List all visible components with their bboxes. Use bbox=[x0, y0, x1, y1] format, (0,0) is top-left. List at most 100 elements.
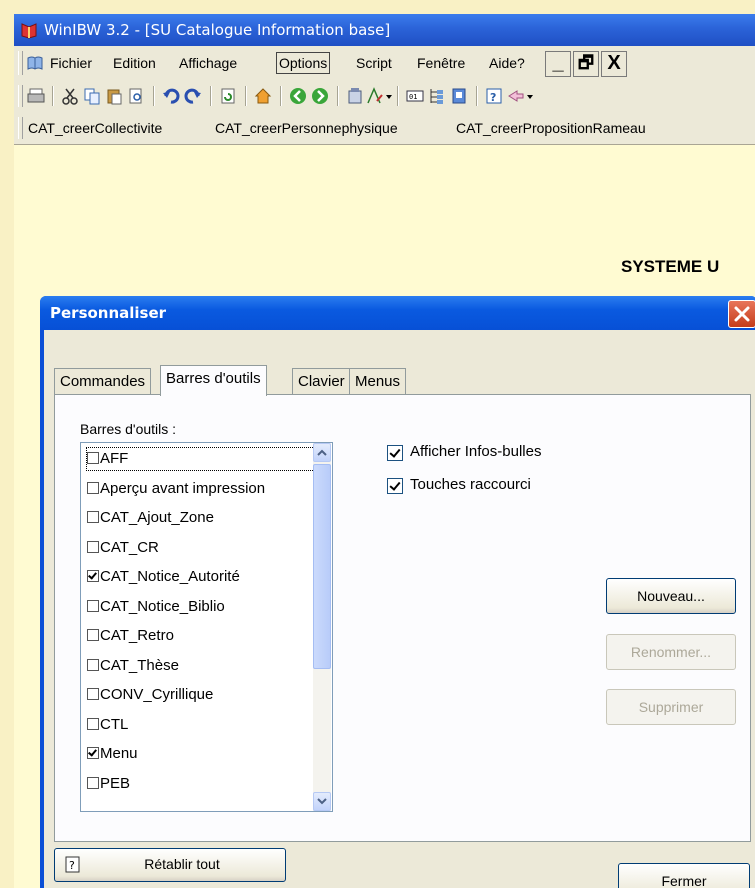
tab-menus[interactable]: Menus bbox=[349, 368, 407, 395]
dropdown-arrow-icon[interactable] bbox=[526, 87, 534, 105]
menu-script[interactable]: Script bbox=[354, 53, 394, 73]
toolbar-checkbox[interactable] bbox=[87, 570, 99, 582]
toolbar-list-item[interactable]: AFF bbox=[87, 447, 128, 471]
toolbar-name: CONV_Cyrillique bbox=[100, 686, 214, 703]
dialog-close-button[interactable] bbox=[728, 300, 755, 328]
toolbar-name: AFF bbox=[100, 450, 129, 467]
toolbar-name: CAT_Thèse bbox=[100, 656, 179, 674]
toolbar-checkbox[interactable] bbox=[87, 776, 99, 789]
cut-icon[interactable] bbox=[61, 87, 79, 105]
help-icon[interactable]: ? bbox=[485, 87, 503, 105]
shortcut-keys-checkbox[interactable] bbox=[387, 478, 403, 494]
toolbar-checkbox[interactable] bbox=[87, 658, 99, 671]
toolbar-list-item[interactable]: CAT_Notice_Biblio bbox=[87, 595, 225, 619]
back-icon[interactable] bbox=[289, 87, 307, 105]
delete-toolbar-button[interactable]: Supprimer bbox=[606, 689, 736, 725]
toolbar-checkbox[interactable] bbox=[87, 511, 99, 523]
copy-icon[interactable] bbox=[83, 87, 101, 105]
close-icon bbox=[734, 306, 750, 322]
document-heading: SYSTEME U bbox=[621, 257, 720, 276]
toolbar-list-item[interactable]: CTL bbox=[87, 713, 128, 737]
tab-commandes[interactable]: Commandes bbox=[54, 368, 152, 395]
menu-edition[interactable]: Edition bbox=[111, 53, 158, 73]
toolbar-separator bbox=[245, 86, 247, 106]
menu-fenetre[interactable]: Fenêtre bbox=[415, 53, 467, 73]
pointer-icon[interactable] bbox=[507, 87, 525, 105]
toolbar-name: CTL bbox=[100, 715, 129, 733]
toolbar-list-item[interactable]: CONV_Cyrillique bbox=[87, 683, 213, 707]
binary-field-icon[interactable]: 01 bbox=[406, 87, 424, 105]
toolbar-list-item[interactable]: CAT_Thèse bbox=[87, 654, 179, 678]
close-dialog-button[interactable]: Fermer bbox=[618, 863, 750, 888]
dropdown-arrow-icon[interactable] bbox=[385, 87, 393, 105]
toolbars-listbox[interactable]: AFF Aperçu avant impression CAT_Ajout_Zone… bbox=[80, 442, 333, 812]
toolbar-checkbox[interactable] bbox=[87, 599, 99, 612]
close-document-button[interactable]: X bbox=[601, 51, 627, 77]
script-toolbar-grip[interactable] bbox=[18, 117, 23, 139]
scroll-up-button[interactable] bbox=[313, 443, 331, 462]
list-scrollbar[interactable] bbox=[313, 443, 331, 811]
undo-icon[interactable] bbox=[162, 87, 180, 105]
reset-all-button[interactable]: ? Rétablir tout bbox=[54, 848, 286, 882]
paste-icon[interactable] bbox=[105, 87, 123, 105]
toolbar-separator bbox=[337, 86, 339, 106]
shortcut-keys-label[interactable]: Touches raccourci bbox=[410, 476, 531, 493]
restore-button[interactable]: 🗗 bbox=[573, 51, 599, 77]
dialog-title: Personnaliser bbox=[50, 304, 167, 322]
print-icon[interactable] bbox=[27, 87, 45, 105]
toolbar-checkbox[interactable] bbox=[87, 481, 99, 494]
toolbar-name: CAT_CR bbox=[100, 538, 159, 556]
reset-all-label: Rétablir tout bbox=[144, 856, 220, 872]
home-icon[interactable] bbox=[254, 87, 272, 105]
menu-options[interactable]: Options bbox=[276, 52, 331, 74]
standard-toolbar: 01 ? bbox=[14, 80, 755, 113]
menu-affichage[interactable]: Affichage bbox=[177, 53, 239, 73]
chevron-down-icon bbox=[317, 798, 327, 805]
redo-icon[interactable] bbox=[184, 87, 202, 105]
application-window: WinIBW 3.2 - [SU Catalogue Information b… bbox=[14, 14, 755, 888]
toolbars-tab-panel: Barres d'outils : AFF Aperçu avant impres… bbox=[54, 394, 751, 842]
tab-clavier[interactable]: Clavier bbox=[292, 368, 351, 395]
toolbar-checkbox[interactable] bbox=[87, 717, 99, 730]
menu-fichier[interactable]: Fichier bbox=[48, 53, 94, 73]
script-creer-collectivite[interactable]: CAT_creerCollectivite bbox=[28, 118, 162, 138]
toolbar-checkbox[interactable] bbox=[87, 747, 99, 759]
toolbar-checkbox[interactable] bbox=[87, 629, 99, 641]
customize-dialog: Personnaliser Commandes Barres d'outils … bbox=[40, 296, 755, 888]
toolbar-list-item[interactable]: CAT_Retro bbox=[87, 624, 174, 648]
tab-barres-outils[interactable]: Barres d'outils bbox=[160, 365, 267, 396]
toolbar-list-item[interactable]: Menu bbox=[87, 742, 138, 766]
script-creer-personne-physique[interactable]: CAT_creerPersonnephysique bbox=[215, 118, 398, 138]
show-tooltips-checkbox[interactable] bbox=[387, 445, 403, 461]
toolbar-checkbox[interactable] bbox=[87, 688, 99, 700]
minimize-button[interactable]: _ bbox=[545, 51, 571, 77]
toolbar-list-item[interactable]: PEB bbox=[87, 772, 130, 796]
forward-icon[interactable] bbox=[311, 87, 329, 105]
toolbar-separator bbox=[153, 86, 155, 106]
toolbar-list-item[interactable]: Aperçu avant impression bbox=[87, 477, 265, 501]
toolbar-list-item[interactable]: CAT_Ajout_Zone bbox=[87, 506, 214, 530]
text-style-icon[interactable] bbox=[366, 87, 384, 105]
toolbar-grip[interactable] bbox=[18, 85, 23, 107]
toolbar-checkbox[interactable] bbox=[87, 540, 99, 553]
scroll-down-button[interactable] bbox=[313, 792, 331, 811]
preview-icon[interactable] bbox=[127, 87, 145, 105]
svg-text:?: ? bbox=[69, 859, 75, 872]
new-toolbar-button[interactable]: Nouveau... bbox=[606, 578, 736, 614]
dialog-title-bar[interactable]: Personnaliser bbox=[40, 296, 755, 330]
rename-toolbar-button[interactable]: Renommer... bbox=[606, 634, 736, 670]
menu-aide[interactable]: Aide? bbox=[487, 53, 527, 73]
toolbar-checkbox[interactable] bbox=[87, 452, 99, 464]
menu-bar-grip[interactable] bbox=[18, 51, 23, 75]
catalog-icon[interactable] bbox=[346, 87, 364, 105]
refresh-document-icon[interactable] bbox=[219, 87, 237, 105]
script-creer-proposition-rameau[interactable]: CAT_creerPropositionRameau bbox=[456, 118, 646, 138]
scroll-thumb[interactable] bbox=[313, 464, 331, 669]
export-icon[interactable] bbox=[450, 87, 468, 105]
tree-icon[interactable] bbox=[428, 87, 446, 105]
menu-bar: Fichier Edition Affichage Options Script… bbox=[14, 46, 755, 81]
show-tooltips-label[interactable]: Afficher Infos-bulles bbox=[410, 443, 541, 460]
toolbar-list-item[interactable]: CAT_Notice_Autorité bbox=[87, 565, 240, 589]
title-bar[interactable]: WinIBW 3.2 - [SU Catalogue Information b… bbox=[14, 14, 755, 46]
toolbar-list-item[interactable]: CAT_CR bbox=[87, 536, 159, 560]
